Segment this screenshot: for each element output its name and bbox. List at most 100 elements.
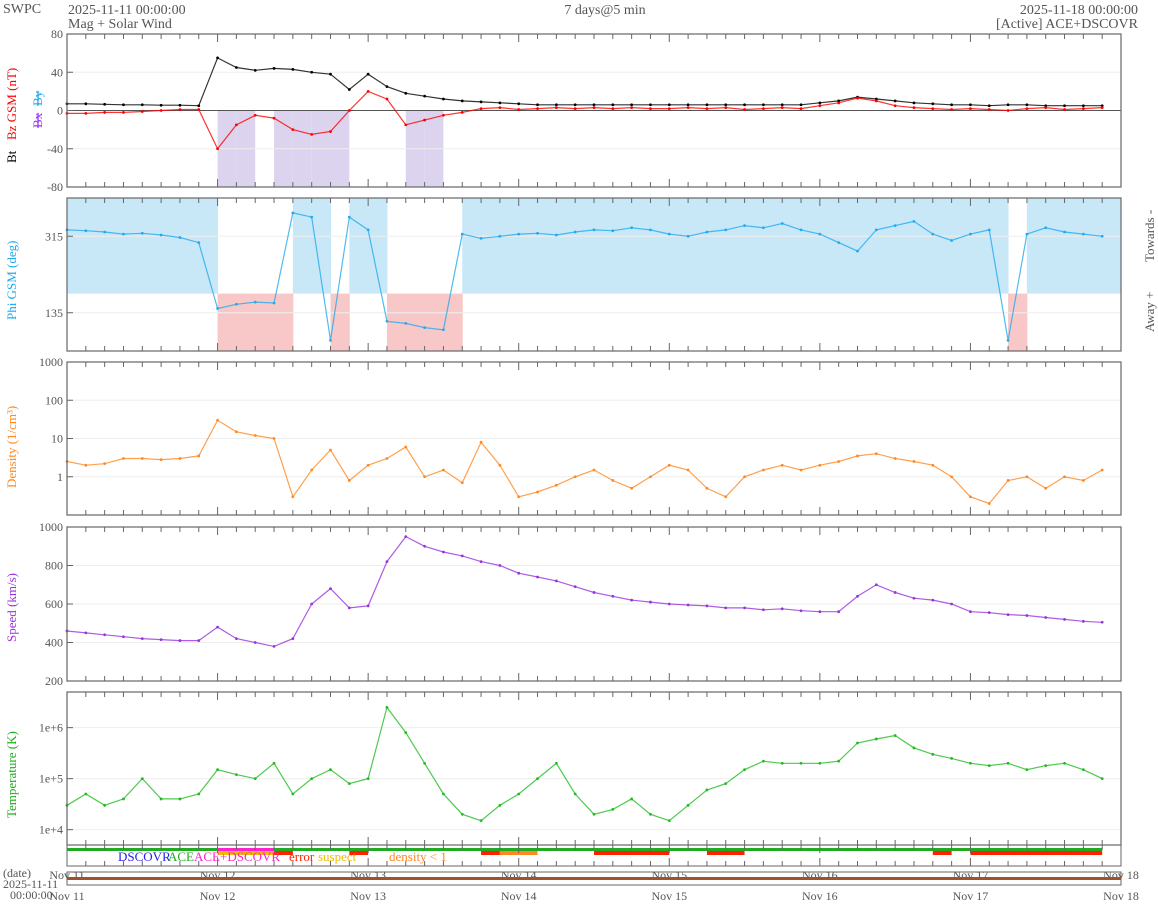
- data-point-speed: [498, 564, 502, 567]
- data-point-phi: [1006, 338, 1010, 342]
- data-point-temperature: [310, 777, 314, 781]
- data-point-density: [969, 495, 972, 499]
- data-point-bz: [856, 96, 859, 100]
- data-point-bt: [197, 104, 201, 108]
- data-point-bz: [611, 107, 615, 110]
- data-point-bz: [216, 147, 219, 151]
- data-point-temperature: [536, 777, 539, 781]
- data-point-phi: [329, 338, 332, 342]
- data-point-bz: [310, 133, 314, 136]
- data-point-speed: [385, 560, 389, 564]
- data-point-phi: [517, 232, 521, 236]
- towards-shade: [631, 198, 651, 294]
- data-point-temperature: [385, 705, 389, 709]
- data-point-density: [291, 495, 295, 499]
- status-segment-error: [970, 851, 1103, 855]
- data-point-bz: [423, 118, 427, 122]
- legend-ace-dscovr: ACE+DSCOVR: [194, 849, 280, 864]
- data-point-phi: [310, 215, 314, 219]
- data-point-speed: [818, 610, 822, 614]
- data-point-density: [987, 502, 991, 505]
- data-point-phi: [912, 219, 916, 223]
- data-point-phi: [1081, 232, 1085, 236]
- data-point-density: [818, 463, 822, 467]
- data-point-temperature: [291, 792, 295, 796]
- data-point-temperature: [761, 759, 765, 763]
- data-point-density: [347, 479, 351, 482]
- towards-shade: [1045, 198, 1066, 294]
- series-line-density: [66, 419, 1103, 505]
- data-point-temperature: [253, 777, 257, 781]
- data-point-temperature: [743, 768, 746, 772]
- legend-dscovr: DSCOVR: [118, 849, 171, 864]
- data-point-bz: [103, 111, 107, 114]
- data-point-phi: [743, 224, 746, 228]
- data-point-bt: [818, 101, 822, 105]
- data-point-phi: [705, 230, 709, 234]
- source-label: [Active] ACE+DSCOVR: [996, 17, 1139, 32]
- y-tick-label: 1000: [39, 355, 63, 369]
- series-line-bt: [67, 57, 1103, 107]
- product-title: Mag + Solar Wind: [68, 17, 172, 32]
- data-point-temperature: [329, 768, 332, 772]
- data-point-bt: [799, 103, 803, 107]
- data-point-phi: [385, 319, 389, 323]
- data-point-speed: [837, 610, 841, 614]
- date-axis-tick-label: Nov 11: [49, 889, 84, 903]
- data-point-bz: [442, 113, 445, 117]
- towards-shade: [292, 198, 313, 294]
- panels: 80400-40-8031513510001001011000800600400…: [39, 27, 1139, 903]
- data-point-speed: [234, 637, 238, 641]
- data-point-density: [1044, 486, 1048, 490]
- data-point-bz: [1063, 108, 1066, 111]
- data-point-density: [931, 463, 935, 467]
- towards-shade: [349, 198, 369, 294]
- data-point-bt: [347, 88, 351, 91]
- towards-shade: [1026, 198, 1047, 294]
- data-point-bt: [1025, 103, 1029, 107]
- data-point-speed: [366, 604, 370, 608]
- data-point-speed: [291, 637, 295, 641]
- data-point-speed: [1025, 614, 1029, 617]
- data-point-bt: [705, 103, 709, 107]
- data-point-temperature: [1100, 777, 1104, 781]
- data-point-speed: [761, 608, 765, 612]
- data-point-bz: [799, 107, 803, 110]
- data-point-temperature: [122, 797, 125, 801]
- data-point-bz: [630, 106, 634, 110]
- data-point-temperature: [140, 777, 144, 781]
- data-point-density: [630, 486, 634, 490]
- towards-shade: [688, 198, 708, 294]
- towards-shade: [819, 198, 840, 294]
- y-tick-label: 1e+6: [39, 721, 63, 735]
- data-point-phi: [178, 236, 182, 239]
- data-point-temperature: [197, 792, 201, 796]
- towards-shade: [838, 198, 858, 294]
- data-point-density: [799, 468, 803, 472]
- data-point-speed: [630, 598, 634, 602]
- data-point-speed: [856, 594, 859, 598]
- data-point-bz: [159, 109, 163, 112]
- data-point-temperature: [874, 737, 878, 741]
- data-point-temperature: [159, 797, 163, 801]
- data-point-bz: [969, 107, 972, 110]
- towards-shade: [104, 198, 124, 294]
- data-point-bt: [122, 103, 125, 107]
- data-point-phi: [404, 321, 408, 325]
- data-point-phi: [987, 228, 991, 232]
- data-point-temperature: [987, 764, 991, 768]
- data-point-bt: [178, 103, 182, 107]
- data-point-bt: [536, 103, 539, 107]
- data-point-speed: [216, 625, 219, 629]
- data-point-bz: [987, 108, 991, 111]
- towards-shade: [725, 198, 746, 294]
- towards-shade: [970, 198, 990, 294]
- data-point-bz: [122, 111, 125, 114]
- data-point-phi: [856, 249, 859, 253]
- data-point-density: [1081, 479, 1085, 482]
- data-point-bz: [649, 107, 652, 110]
- date-axis-tick-label: Nov 17: [953, 889, 989, 903]
- towards-shade: [481, 198, 501, 294]
- data-point-speed: [103, 633, 107, 637]
- y-tick-label: 40: [51, 65, 63, 79]
